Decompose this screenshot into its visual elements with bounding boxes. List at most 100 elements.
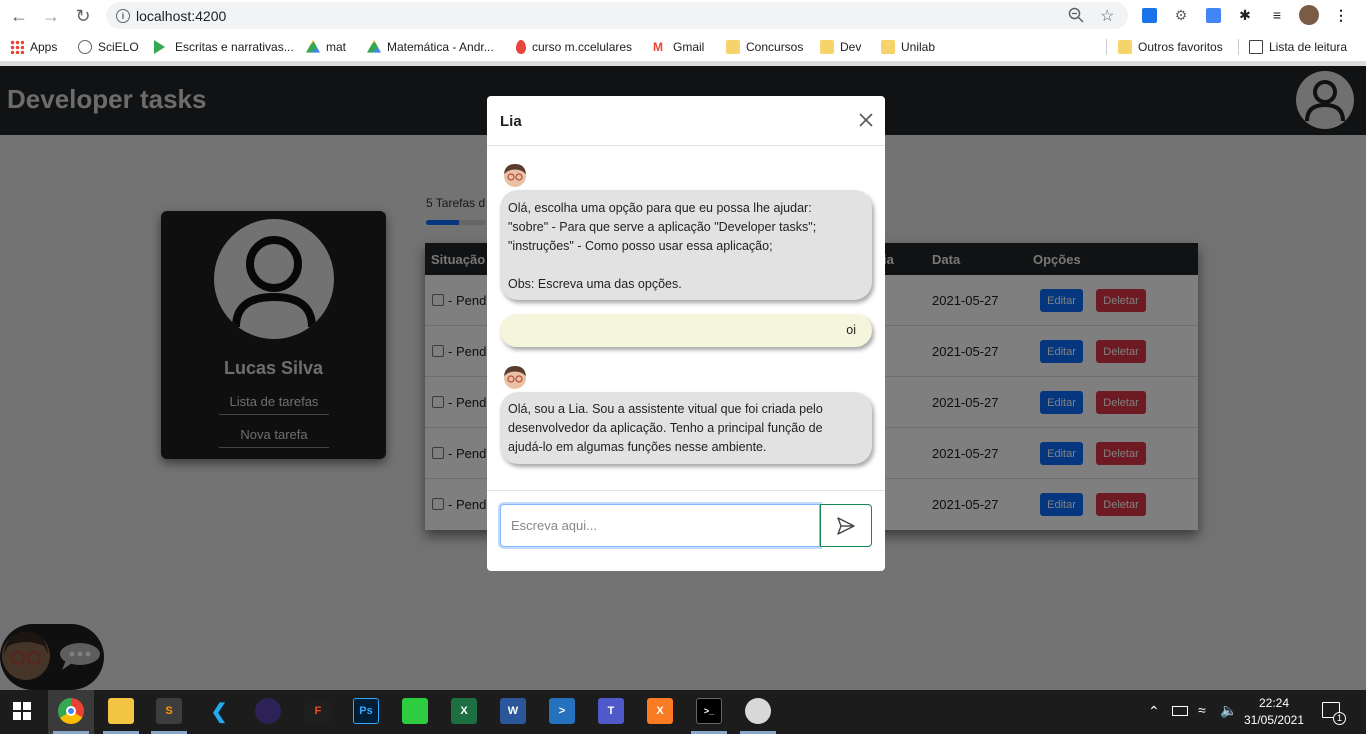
eclipse-icon[interactable] xyxy=(255,698,281,724)
message-line: desenvolvedor da aplicação. Tenho a prin… xyxy=(508,421,823,435)
bookmark-scielo[interactable]: SciELO xyxy=(78,39,139,55)
bookmark-curso[interactable]: curso m.ccelulares xyxy=(516,39,632,55)
message-line: Olá, escolha uma opção para que eu possa… xyxy=(508,201,812,215)
vscode-icon[interactable]: ❮ xyxy=(206,698,232,724)
gmail-icon: M xyxy=(653,40,663,54)
send-icon xyxy=(837,516,855,535)
figma-icon[interactable]: F xyxy=(305,698,331,724)
site-info-icon[interactable]: i xyxy=(116,8,130,23)
sublime-text-icon[interactable]: S xyxy=(156,698,182,724)
tray-chevron-icon[interactable]: ⌃ xyxy=(1148,703,1160,734)
bookmarks-divider xyxy=(1238,39,1239,55)
bookmark-label: Outros favoritos xyxy=(1138,40,1223,54)
drive-icon xyxy=(306,40,320,53)
modal-footer xyxy=(487,490,885,571)
apps-grid-icon xyxy=(10,40,24,54)
bot-avatar-icon xyxy=(502,364,528,390)
bookmark-dev[interactable]: Dev xyxy=(820,39,861,55)
teams-icon[interactable]: T xyxy=(598,698,624,724)
file-explorer-icon[interactable] xyxy=(108,698,134,724)
excel-icon[interactable]: X xyxy=(451,698,477,724)
bookmark-label: Dev xyxy=(840,40,862,54)
menu-dots-icon[interactable]: ⋮ xyxy=(1332,6,1350,24)
battery-icon[interactable] xyxy=(1172,706,1188,716)
bookmark-matematica[interactable]: Matemática - Andr... xyxy=(367,39,494,55)
profile-avatar[interactable] xyxy=(1299,5,1319,25)
terminal-icon[interactable]: >_ xyxy=(696,698,722,724)
play-store-icon xyxy=(154,40,165,54)
photoshop-icon[interactable]: Ps xyxy=(353,698,379,724)
bookmark-label: Gmail xyxy=(673,40,705,54)
bot-message: Olá, sou a Lia. Sou a assistente vitual … xyxy=(500,392,872,464)
bookmarks-bar: Apps SciELO Escritas e narrativas... mat… xyxy=(0,32,1366,62)
folder-icon xyxy=(726,40,740,54)
bookmark-label: Concursos xyxy=(746,40,804,54)
close-icon[interactable] xyxy=(856,110,876,130)
bookmarks-divider xyxy=(1106,39,1107,55)
chat-messages: Olá, escolha uma opção para que eu possa… xyxy=(487,147,885,489)
puzzle-icon[interactable]: ✱ xyxy=(1236,6,1254,24)
message-line: Olá, sou a Lia. Sou a assistente vitual … xyxy=(508,402,823,416)
message-line: ajudá-lo em algumas funções nesse ambien… xyxy=(508,440,767,454)
user-message: oi xyxy=(500,314,872,347)
bookmark-gmail[interactable]: M Gmail xyxy=(653,39,704,55)
word-icon[interactable]: W xyxy=(500,698,526,724)
send-button[interactable] xyxy=(820,504,872,547)
message-line: "instruções" - Como posso usar essa apli… xyxy=(508,239,773,253)
bookmark-apps[interactable]: Apps xyxy=(10,39,57,55)
message-line: "sobre" - Para que serve a aplicação "De… xyxy=(508,220,817,234)
translate-icon[interactable] xyxy=(1204,6,1222,24)
scielo-icon xyxy=(78,40,92,54)
extension-icon[interactable] xyxy=(1140,6,1158,24)
settings-extension-icon[interactable]: ⚙ xyxy=(1172,6,1190,24)
bookmark-label: mat xyxy=(326,40,347,54)
bookmark-star-icon[interactable]: ☆ xyxy=(1100,6,1114,26)
forward-icon[interactable]: → xyxy=(40,5,62,27)
url-text: localhost:4200 xyxy=(136,7,227,24)
bookmark-concursos[interactable]: Concursos xyxy=(726,39,803,55)
bot-message: Olá, escolha uma opção para que eu possa… xyxy=(500,190,872,300)
chat-modal: Lia Olá, escolha uma opção para que eu p… xyxy=(487,96,885,571)
bookmark-label: Unilab xyxy=(901,40,936,54)
windows-start-icon[interactable] xyxy=(9,698,35,724)
bookmark-mat[interactable]: mat xyxy=(306,39,346,55)
wifi-icon[interactable]: ≈ xyxy=(1198,702,1206,734)
reading-list[interactable]: Lista de leitura xyxy=(1249,39,1347,55)
xampp-icon[interactable]: X xyxy=(647,698,673,724)
clock[interactable]: 22:24 31/05/2021 xyxy=(1243,695,1305,734)
chat-input[interactable] xyxy=(500,504,820,547)
message-line: oi xyxy=(846,323,856,337)
modal-title: Lia xyxy=(500,113,522,130)
windows-taskbar: S ❮ F Ps X W > T X >_ ⌃ ≈ 🔈 22:24 31/05/… xyxy=(0,690,1366,734)
bookmark-label: Escritas e narrativas... xyxy=(175,40,294,54)
reading-list-icon xyxy=(1249,40,1263,54)
bookmark-label: Apps xyxy=(30,40,58,54)
bookmark-label: curso m.ccelulares xyxy=(532,40,633,54)
clock-date: 31/05/2021 xyxy=(1243,713,1305,727)
folder-icon xyxy=(820,40,834,54)
paint-icon[interactable] xyxy=(745,698,771,724)
flame-icon xyxy=(516,40,526,54)
message-line: Obs: Escreva uma das opções. xyxy=(508,277,682,291)
back-icon[interactable]: ← xyxy=(8,5,30,27)
bookmark-escritas[interactable]: Escritas e narrativas... xyxy=(154,39,294,55)
bookmark-label: SciELO xyxy=(98,40,139,54)
media-control-icon[interactable]: ≡ xyxy=(1268,6,1286,24)
address-bar[interactable]: i localhost:4200 ☆ xyxy=(106,2,1128,29)
reload-icon[interactable]: ↻ xyxy=(72,5,94,27)
folder-icon xyxy=(881,40,895,54)
bookmark-label: Lista de leitura xyxy=(1269,40,1348,54)
modal-header: Lia xyxy=(487,96,885,146)
notification-count-badge: 1 xyxy=(1333,712,1346,725)
drive-icon xyxy=(367,40,381,53)
chrome-icon[interactable] xyxy=(58,698,84,724)
powershell-icon[interactable]: > xyxy=(549,698,575,724)
browser-toolbar: ← → ↻ i localhost:4200 ☆ ⚙ ✱ ≡ ⋮ xyxy=(0,0,1366,32)
other-favorites[interactable]: Outros favoritos xyxy=(1118,39,1223,55)
folder-icon xyxy=(1118,40,1132,54)
volume-icon[interactable]: 🔈 xyxy=(1220,702,1237,734)
bookmark-unilab[interactable]: Unilab xyxy=(881,39,935,55)
notepad-icon[interactable] xyxy=(402,698,428,724)
zoom-icon[interactable] xyxy=(1068,7,1084,23)
bot-avatar-icon xyxy=(502,162,528,188)
